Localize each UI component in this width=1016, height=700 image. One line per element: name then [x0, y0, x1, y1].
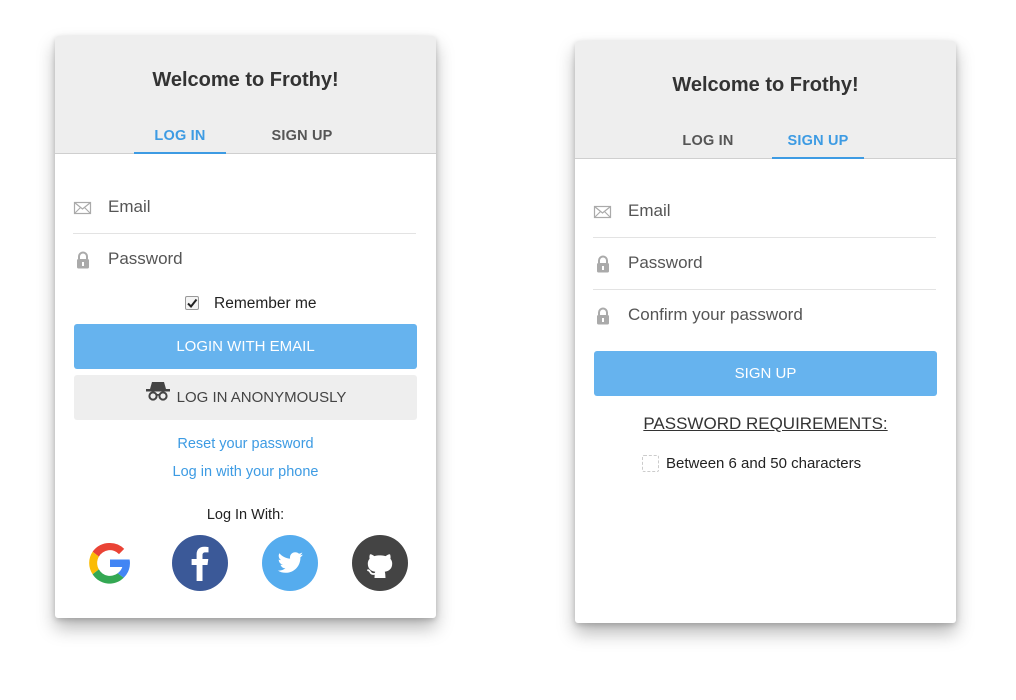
- google-login-button[interactable]: [82, 535, 138, 591]
- tab-log-in[interactable]: LOG IN: [662, 133, 754, 159]
- login-card-header: Welcome to Frothy! LOG IN SIGN UP: [55, 36, 436, 154]
- email-placeholder: Email: [628, 201, 671, 220]
- email-field[interactable]: Email: [73, 182, 416, 234]
- twitter-login-button[interactable]: [262, 535, 318, 591]
- requirement-checkbox: [642, 455, 659, 472]
- envelope-icon: [593, 202, 613, 222]
- password-placeholder: Password: [628, 253, 703, 272]
- password-requirements-heading: PASSWORD REQUIREMENTS:: [643, 414, 888, 433]
- login-card-title: Welcome to Frothy!: [152, 69, 339, 91]
- log-in-anonymously-label: LOG IN ANONYMOUSLY: [176, 389, 347, 406]
- tab-log-in[interactable]: LOG IN: [134, 128, 226, 154]
- lock-icon: [593, 254, 613, 274]
- password-placeholder: Password: [108, 249, 183, 268]
- facebook-login-button[interactable]: [172, 535, 228, 591]
- log-in-anonymously-button[interactable]: LOG IN ANONYMOUSLY: [74, 375, 417, 420]
- envelope-icon: [73, 198, 93, 218]
- tab-sign-up[interactable]: SIGN UP: [772, 133, 864, 159]
- github-login-button[interactable]: [352, 535, 408, 591]
- sign-up-button[interactable]: SIGN UP: [594, 351, 937, 396]
- social-login-heading: Log In With:: [206, 507, 285, 523]
- github-icon: [352, 535, 408, 591]
- lock-icon: [593, 306, 613, 326]
- confirm-password-field[interactable]: Confirm your password: [593, 290, 936, 342]
- confirm-password-placeholder: Confirm your password: [628, 305, 803, 324]
- tab-sign-up[interactable]: SIGN UP: [256, 128, 348, 154]
- signup-card-title: Welcome to Frothy!: [672, 74, 859, 96]
- facebook-icon: [172, 535, 228, 591]
- lock-icon: [73, 250, 93, 270]
- remember-me-checkbox[interactable]: [185, 296, 199, 310]
- email-field[interactable]: Email: [593, 186, 936, 238]
- phone-login-link[interactable]: Log in with your phone: [55, 464, 436, 480]
- signup-card: Welcome to Frothy! LOG IN SIGN UP Email …: [575, 41, 956, 623]
- requirement-label: Between 6 and 50 characters: [666, 455, 862, 472]
- twitter-icon: [262, 535, 318, 591]
- signup-card-header: Welcome to Frothy! LOG IN SIGN UP: [575, 41, 956, 159]
- google-icon: [82, 535, 138, 591]
- password-field[interactable]: Password: [73, 234, 416, 286]
- password-field[interactable]: Password: [593, 238, 936, 290]
- login-with-email-button[interactable]: LOGIN WITH EMAIL: [74, 324, 417, 369]
- reset-password-link[interactable]: Reset your password: [55, 436, 436, 452]
- login-card: Welcome to Frothy! LOG IN SIGN UP Email …: [55, 36, 436, 618]
- spy-icon: [145, 374, 171, 419]
- email-placeholder: Email: [108, 197, 151, 216]
- remember-me-label: Remember me: [214, 295, 317, 312]
